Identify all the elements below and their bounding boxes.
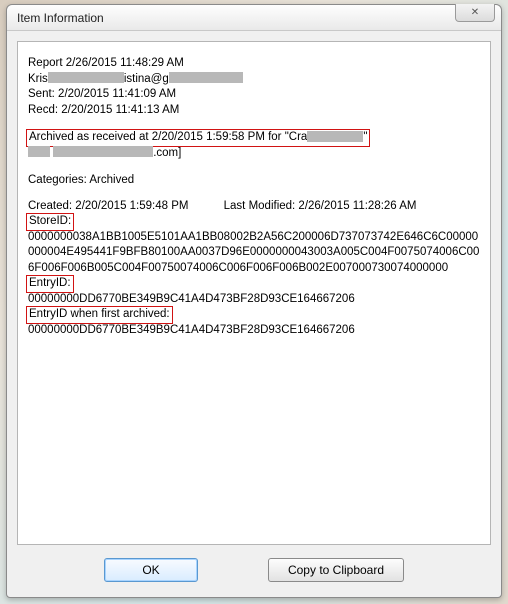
entryid-first-highlight: EntryID when first archived: [26, 306, 173, 324]
storeid-label: StoreID: [29, 215, 71, 227]
archived-text-after: " [363, 131, 367, 143]
storeid-label-line: StoreID: [28, 214, 480, 230]
recd-line: Recd: 2/20/2015 11:41:13 AM [28, 103, 480, 119]
redaction [169, 72, 243, 83]
entryid-first-label: EntryID when first archived: [29, 308, 170, 320]
storeid-value: 0000000038A1BB1005E5101AA1BB08002B2A56C2… [28, 230, 480, 277]
entryid-label: EntryID: [29, 277, 71, 289]
redaction [53, 146, 153, 157]
button-row: OK Copy to Clipboard [7, 553, 501, 597]
redaction [307, 131, 363, 142]
close-button[interactable]: ✕ [455, 4, 495, 22]
copy-button-label: Copy to Clipboard [288, 563, 384, 577]
storeid-highlight: StoreID: [26, 213, 74, 231]
window-title: Item Information [17, 11, 104, 25]
redaction [48, 72, 124, 83]
from-line: Kris istina@g [28, 72, 480, 88]
entryid-value: 00000000DD6770BE349B9C41A4D473BF28D93CE1… [28, 292, 480, 308]
close-icon: ✕ [471, 7, 479, 18]
entryid-first-label-line: EntryID when first archived: [28, 307, 480, 323]
archived-line-wrap: Archived as received at 2/20/2015 1:59:5… [28, 130, 480, 146]
archived-second-line: .com] [28, 146, 480, 162]
from-name-end: istina@g [124, 73, 169, 85]
created-label: Created: 2/20/2015 1:59:48 PM [28, 200, 188, 212]
report-line: Report 2/26/2015 11:48:29 AM [28, 56, 480, 72]
entryid-first-value: 00000000DD6770BE349B9C41A4D473BF28D93CE1… [28, 323, 480, 339]
ok-button[interactable]: OK [104, 558, 198, 582]
item-information-dialog: Item Information ✕ Report 2/26/2015 11:4… [6, 4, 502, 598]
sent-line: Sent: 2/20/2015 11:41:09 AM [28, 87, 480, 103]
archived-text-before: Archived as received at 2/20/2015 1:59:5… [29, 131, 307, 143]
from-name-start: Kris [28, 73, 48, 85]
report-date: 2/26/2015 11:48:29 AM [66, 57, 184, 69]
archived-received-highlight: Archived as received at 2/20/2015 1:59:5… [26, 129, 370, 147]
redaction [28, 146, 50, 157]
categories-line: Categories: Archived [28, 173, 480, 189]
report-prefix: Report [28, 57, 66, 69]
copy-to-clipboard-button[interactable]: Copy to Clipboard [268, 558, 404, 582]
dates-line: Created: 2/20/2015 1:59:48 PM Last Modif… [28, 199, 480, 215]
content-panel: Report 2/26/2015 11:48:29 AM Kris istina@… [17, 41, 491, 545]
second-line-tail: .com] [153, 147, 181, 159]
modified-label: Last Modified: 2/26/2015 11:28:26 AM [224, 200, 417, 212]
entryid-label-line: EntryID: [28, 276, 480, 292]
ok-button-label: OK [142, 563, 159, 577]
titlebar: Item Information ✕ [7, 5, 501, 31]
entryid-highlight: EntryID: [26, 275, 74, 293]
